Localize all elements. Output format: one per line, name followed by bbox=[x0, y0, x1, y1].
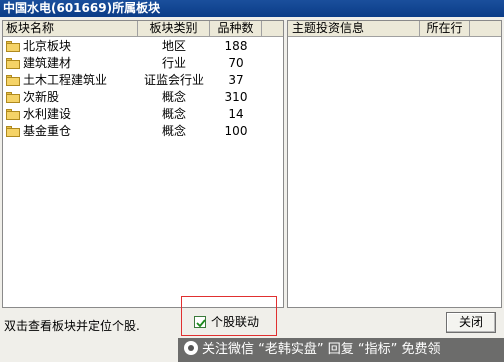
window-title: 中国水电(601669)所属板块 bbox=[0, 0, 504, 17]
stock-count: 188 bbox=[224, 39, 248, 53]
sector-name: 建筑建材 bbox=[23, 56, 72, 70]
theme-info-panel: 主题投资信息 所在行 bbox=[287, 20, 502, 308]
sector-name: 水利建设 bbox=[23, 107, 72, 121]
table-row[interactable]: 北京板块 地区 188 bbox=[3, 38, 283, 55]
stock-count: 310 bbox=[224, 90, 248, 104]
folder-icon bbox=[6, 58, 20, 69]
folder-icon bbox=[6, 92, 20, 103]
folder-icon bbox=[6, 126, 20, 137]
sector-list-panel: 板块名称 板块类别 品种数 北京板块 地区 188 建筑建材 行业 70 土木工程建筑业 证监… bbox=[2, 20, 284, 308]
stock-link-label: 个股联动 bbox=[211, 315, 260, 329]
folder-icon bbox=[6, 75, 20, 86]
sector-name: 次新股 bbox=[23, 90, 60, 104]
table-row[interactable]: 土木工程建筑业 证监会行业 37 bbox=[3, 72, 283, 89]
watermark-banner: 关注微信 “老韩实盘” 回复 “指标” 免费领 bbox=[178, 338, 504, 362]
column-header-filler bbox=[470, 21, 501, 37]
column-header-sector-category[interactable]: 板块类别 bbox=[138, 21, 210, 37]
sector-category: 证监会行业 bbox=[143, 73, 204, 87]
column-header-filler bbox=[262, 21, 283, 37]
column-header-sector-name[interactable]: 板块名称 bbox=[3, 21, 138, 37]
status-hint: 双击查看板块并定位个股. bbox=[4, 319, 140, 333]
column-header-row-location[interactable]: 所在行 bbox=[420, 21, 470, 37]
sector-category: 概念 bbox=[161, 90, 186, 104]
sector-category: 概念 bbox=[161, 124, 186, 138]
table-row[interactable]: 建筑建材 行业 70 bbox=[3, 55, 283, 72]
watermark-text: 关注微信 “老韩实盘” 回复 “指标” 免费领 bbox=[202, 342, 441, 357]
sector-name: 土木工程建筑业 bbox=[23, 73, 108, 87]
column-header-theme-info[interactable]: 主题投资信息 bbox=[288, 21, 420, 37]
column-header-stock-count[interactable]: 品种数 bbox=[210, 21, 262, 37]
wechat-logo-icon bbox=[184, 341, 198, 355]
table-row[interactable]: 次新股 概念 310 bbox=[3, 89, 283, 106]
sector-name: 基金重仓 bbox=[23, 124, 72, 138]
stock-count: 100 bbox=[224, 124, 248, 138]
table-row[interactable]: 水利建设 概念 14 bbox=[3, 106, 283, 123]
checkmark-icon bbox=[196, 319, 206, 328]
folder-icon bbox=[6, 109, 20, 120]
sector-category: 行业 bbox=[161, 56, 186, 70]
stock-count: 70 bbox=[228, 56, 244, 70]
sector-category: 概念 bbox=[161, 107, 186, 121]
table-row[interactable]: 基金重仓 概念 100 bbox=[3, 123, 283, 140]
close-button[interactable]: 关闭 bbox=[446, 312, 496, 333]
folder-icon bbox=[6, 41, 20, 52]
stock-link-checkbox[interactable] bbox=[194, 316, 206, 328]
stock-count: 37 bbox=[228, 73, 244, 87]
sector-name: 北京板块 bbox=[23, 39, 72, 53]
sector-category: 地区 bbox=[161, 39, 186, 53]
stock-count: 14 bbox=[228, 107, 244, 121]
